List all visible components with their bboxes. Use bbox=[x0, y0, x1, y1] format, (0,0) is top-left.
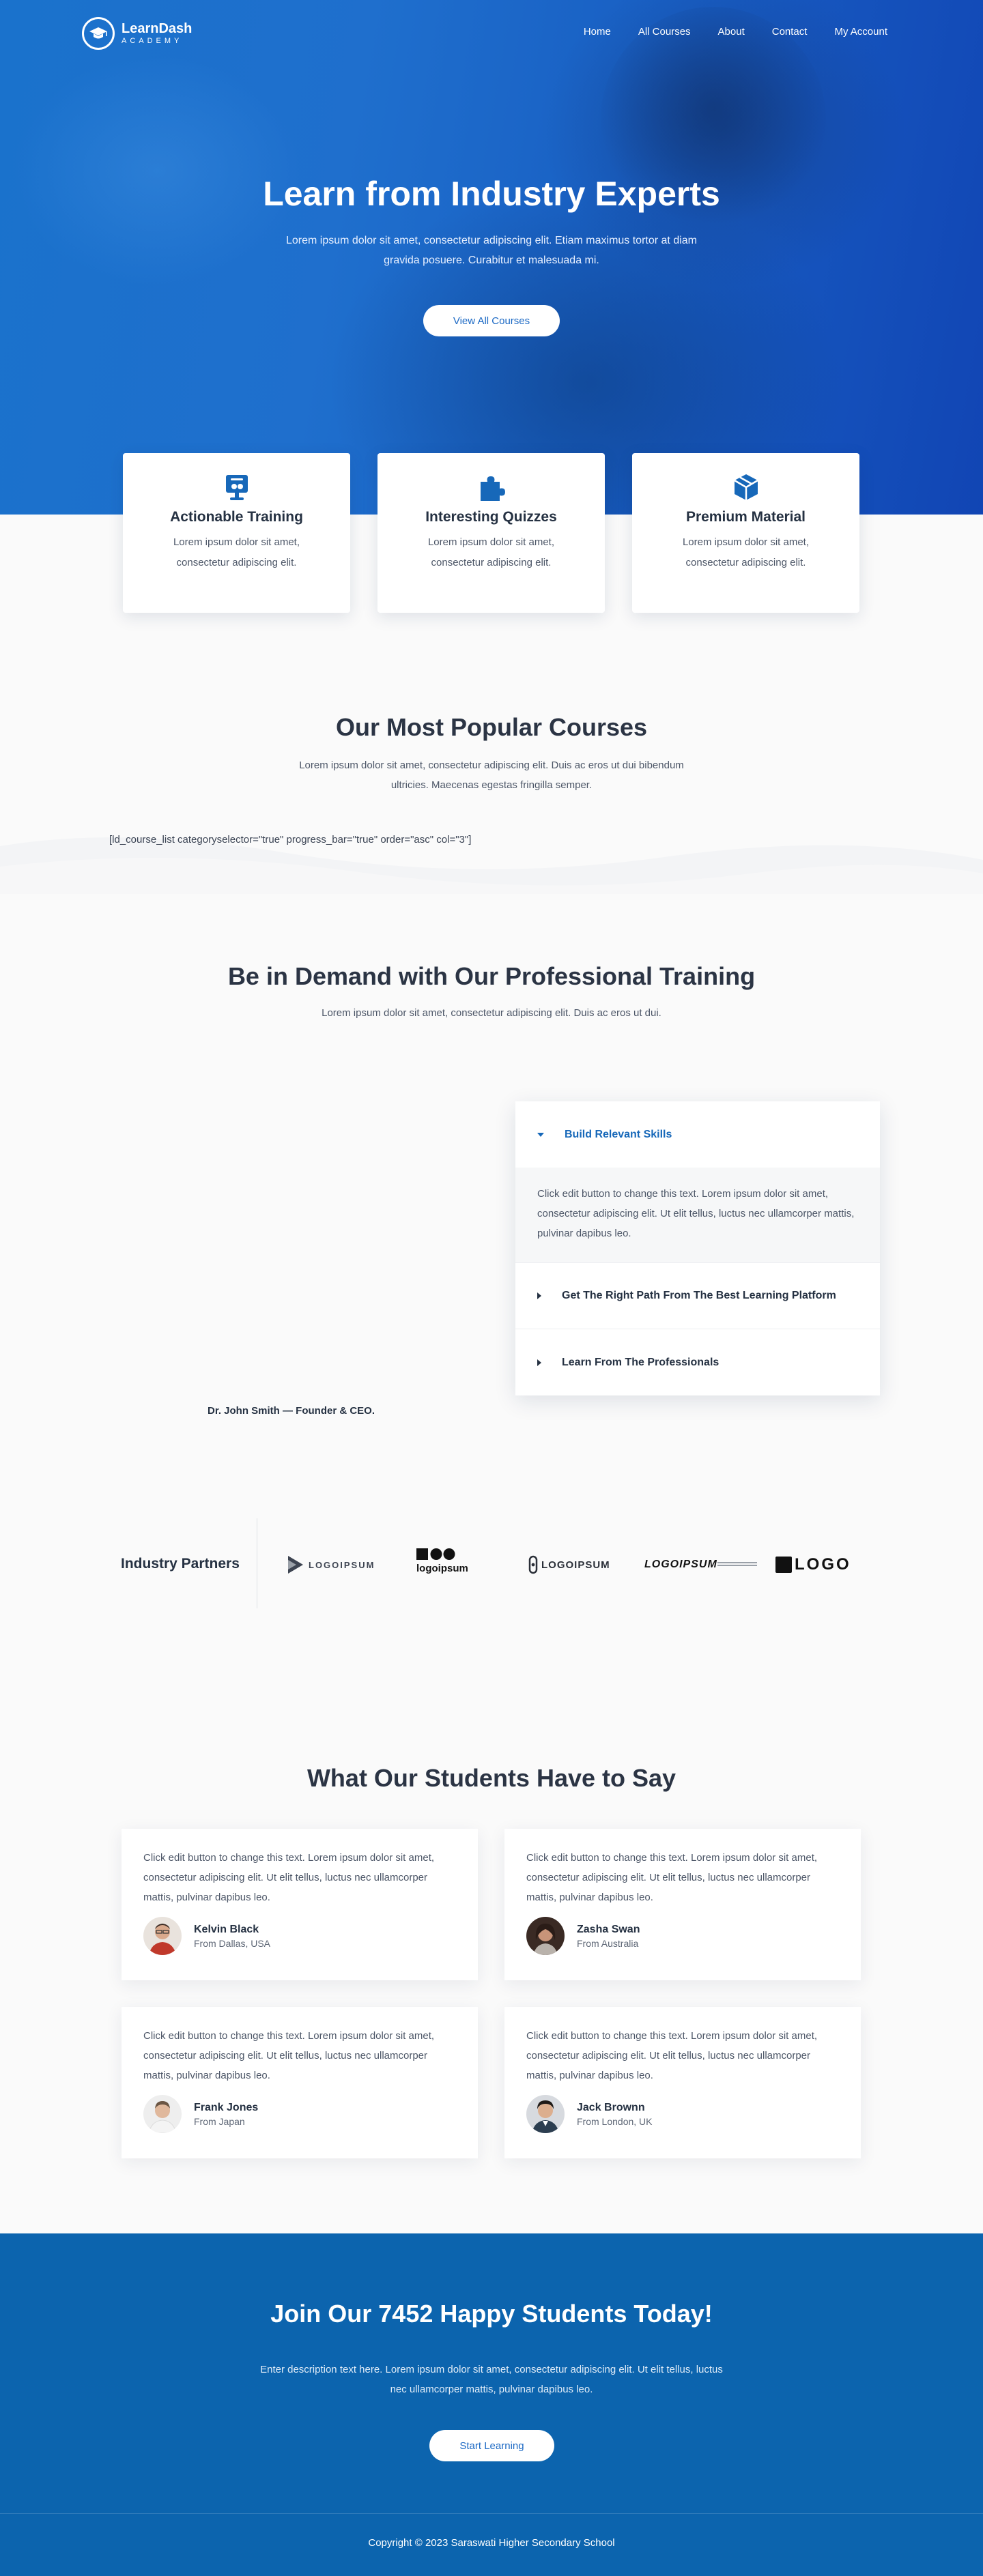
partner-logo-mark-icon bbox=[288, 1556, 303, 1574]
testimonial-card: Click edit button to change this text. L… bbox=[122, 1829, 478, 1980]
hero-title: Learn from Industry Experts bbox=[263, 175, 720, 213]
testimonial-location: From Australia bbox=[577, 1937, 639, 1949]
nav-item-home[interactable]: Home bbox=[584, 26, 611, 38]
partner-logo: LOGOIPSUM bbox=[644, 1549, 757, 1580]
caret-right-icon bbox=[537, 1359, 541, 1366]
nav-item-all-courses[interactable]: All Courses bbox=[638, 26, 691, 38]
testimonial-card: Click edit button to change this text. L… bbox=[504, 1829, 861, 1980]
start-learning-button[interactable]: Start Learning bbox=[429, 2430, 554, 2461]
accordion-item-right-path[interactable]: Get The Right Path From The Best Learnin… bbox=[515, 1263, 880, 1329]
graduation-cap-icon bbox=[82, 17, 115, 50]
caret-right-icon bbox=[537, 1292, 541, 1299]
top-navigation: LearnDash ACADEMY Home All Courses About… bbox=[0, 0, 983, 67]
feature-card: Actionable Training Lorem ipsum dolor si… bbox=[123, 453, 350, 613]
accordion-content: Click edit button to change this text. L… bbox=[515, 1168, 880, 1263]
partner-logo-mark-icon bbox=[528, 1555, 538, 1574]
hero-subtitle: Lorem ipsum dolor sit amet, consectetur … bbox=[285, 235, 697, 266]
testimonial-name: Kelvin Black bbox=[194, 1923, 259, 1935]
testimonial-card: Click edit button to change this text. L… bbox=[504, 2007, 861, 2158]
testimonial-location: From Dallas, USA bbox=[194, 1937, 271, 1949]
partner-logo-text: LOGO bbox=[795, 1555, 851, 1574]
brand-tagline: ACADEMY bbox=[122, 37, 183, 45]
testimonial-name: Jack Brownn bbox=[577, 2101, 645, 2113]
brand-name: LearnDash bbox=[122, 21, 193, 36]
hero-section: LearnDash ACADEMY Home All Courses About… bbox=[0, 0, 983, 515]
view-all-courses-button[interactable]: View All Courses bbox=[423, 305, 560, 336]
accordion-title: Build Relevant Skills bbox=[565, 1128, 672, 1140]
section-wave-divider bbox=[0, 837, 983, 897]
cta-text: Enter description text here. Lorem ipsum… bbox=[260, 2364, 723, 2395]
popular-courses-text: Lorem ipsum dolor sit amet, consectetur … bbox=[299, 759, 684, 791]
testimonial-text: Click edit button to change this text. L… bbox=[143, 1852, 435, 1903]
avatar bbox=[143, 1917, 182, 1955]
testimonial-text: Click edit button to change this text. L… bbox=[143, 2030, 435, 2081]
partner-logo-square-icon bbox=[775, 1557, 792, 1573]
testimonial-author: Jack Brownn From London, UK bbox=[526, 2095, 839, 2133]
partner-logo: LOGO bbox=[775, 1549, 851, 1580]
partner-logo: LOGOIPSUM bbox=[287, 1549, 375, 1580]
presentation-icon bbox=[222, 472, 252, 502]
partner-logo: logoipsum bbox=[416, 1548, 468, 1579]
caret-down-icon bbox=[537, 1132, 544, 1137]
nav-menu: Home All Courses About Contact My Accoun… bbox=[584, 26, 887, 38]
nav-item-my-account[interactable]: My Account bbox=[834, 26, 887, 38]
testimonial-text: Click edit button to change this text. L… bbox=[526, 1852, 818, 1903]
feature-title: Actionable Training bbox=[170, 509, 303, 525]
testimonial-author: Zasha Swan From Australia bbox=[526, 1917, 839, 1955]
training-text: Lorem ipsum dolor sit amet, consectetur … bbox=[322, 1007, 661, 1019]
testimonial-card: Click edit button to change this text. L… bbox=[122, 2007, 478, 2158]
testimonial-text: Click edit button to change this text. L… bbox=[526, 2030, 818, 2081]
accordion-title: Get The Right Path From The Best Learnin… bbox=[562, 1290, 836, 1301]
avatar bbox=[526, 2095, 565, 2133]
founder-caption: Dr. John Smith — Founder & CEO. bbox=[208, 1405, 375, 1417]
testimonial-location: From London, UK bbox=[577, 2115, 653, 2127]
feature-text: Lorem ipsum dolor sit amet, consectetur … bbox=[173, 536, 300, 568]
brand-logo[interactable]: LearnDash ACADEMY bbox=[82, 17, 192, 50]
testimonial-author: Frank Jones From Japan bbox=[143, 2095, 456, 2133]
feature-text: Lorem ipsum dolor sit amet, consectetur … bbox=[682, 536, 810, 568]
nav-item-about[interactable]: About bbox=[718, 26, 745, 38]
copyright-text: Copyright © 2023 Saraswati Higher Second… bbox=[368, 2537, 615, 2549]
partner-logo-stripes-icon bbox=[717, 1562, 757, 1566]
partners-title: Industry Partners bbox=[121, 1556, 240, 1572]
partner-logo-text: logoipsum bbox=[416, 1563, 468, 1574]
training-title: Be in Demand with Our Professional Train… bbox=[227, 962, 756, 990]
partner-logo-text: LOGOIPSUM bbox=[644, 1559, 717, 1570]
feature-card: Interesting Quizzes Lorem ipsum dolor si… bbox=[377, 453, 605, 613]
testimonial-location: From Japan bbox=[194, 2115, 245, 2127]
testimonial-author: Kelvin Black From Dallas, USA bbox=[143, 1917, 456, 1955]
course-list-shortcode: [ld_course_list categoryselector="true" … bbox=[109, 834, 472, 845]
nav-item-contact[interactable]: Contact bbox=[772, 26, 808, 38]
avatar bbox=[526, 1917, 565, 1955]
partner-logo-text: LOGOIPSUM bbox=[541, 1559, 610, 1571]
accordion-item-build-skills[interactable]: Build Relevant Skills bbox=[515, 1101, 880, 1168]
cta-title: Join Our 7452 Happy Students Today! bbox=[270, 2300, 713, 2328]
page: LearnDash ACADEMY Home All Courses About… bbox=[0, 0, 983, 2576]
testimonial-name: Frank Jones bbox=[194, 2101, 259, 2113]
puzzle-icon bbox=[476, 472, 507, 502]
popular-courses-title: Our Most Popular Courses bbox=[335, 713, 648, 741]
feature-card: Premium Material Lorem ipsum dolor sit a… bbox=[632, 453, 859, 613]
testimonials-title: What Our Students Have to Say bbox=[307, 1764, 676, 1792]
feature-text: Lorem ipsum dolor sit amet, consectetur … bbox=[427, 536, 555, 568]
feature-title: Premium Material bbox=[685, 509, 806, 525]
feature-cards: Actionable Training Lorem ipsum dolor si… bbox=[123, 453, 859, 613]
accordion-title: Learn From The Professionals bbox=[562, 1356, 720, 1368]
partner-logo-text: LOGOIPSUM bbox=[309, 1559, 375, 1570]
avatar bbox=[143, 2095, 182, 2133]
box-icon bbox=[731, 472, 761, 502]
partner-logo: LOGOIPSUM bbox=[528, 1549, 610, 1580]
testimonial-name: Zasha Swan bbox=[577, 1923, 640, 1935]
partner-logo-mark-icon bbox=[416, 1548, 455, 1560]
feature-title: Interesting Quizzes bbox=[425, 509, 557, 525]
accordion-item-professionals[interactable]: Learn From The Professionals bbox=[515, 1329, 880, 1395]
skills-accordion: Build Relevant Skills Click edit button … bbox=[515, 1101, 880, 1395]
